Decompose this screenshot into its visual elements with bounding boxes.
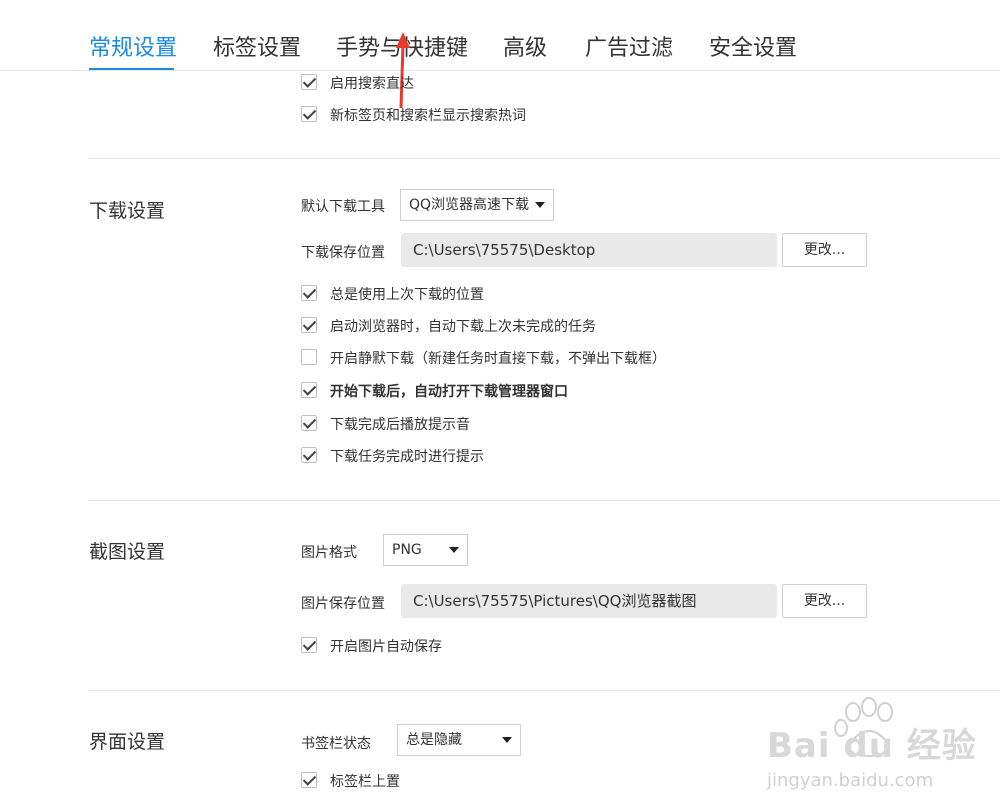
image-format-select[interactable]: PNG: [383, 534, 468, 566]
download-option-checkbox[interactable]: [301, 415, 317, 431]
download-option-label: 启动浏览器时，自动下载上次未完成的任务: [330, 319, 596, 335]
download-tool-label: 默认下载工具: [301, 199, 385, 215]
download-path-label: 下载保存位置: [301, 245, 385, 261]
section-divider: [88, 500, 1000, 501]
section-divider: [88, 158, 1000, 159]
settings-tab-bar: 常规设置 标签设置 手势与快捷键 高级 广告过滤 安全设置: [0, 0, 1000, 71]
download-option-label: 开始下载后，自动打开下载管理器窗口: [330, 384, 568, 400]
search-direct-label: 启用搜索直达: [330, 76, 414, 92]
bookmark-bar-label: 书签栏状态: [301, 736, 371, 752]
download-option-checkbox[interactable]: [301, 349, 317, 365]
image-format-value: PNG: [392, 542, 422, 558]
image-change-button[interactable]: 更改...: [782, 584, 867, 618]
chevron-down-icon: [449, 547, 459, 553]
chevron-down-icon: [502, 737, 512, 743]
image-path-field[interactable]: C:\Users\75575\Pictures\QQ浏览器截图: [401, 584, 777, 618]
baidu-watermark: Bai du 经验 jingyan.baidu.com: [765, 690, 1000, 802]
search-hotwords-checkbox[interactable]: [301, 106, 317, 122]
download-option-checkbox[interactable]: [301, 317, 317, 333]
search-direct-checkbox[interactable]: [301, 74, 317, 90]
download-change-button[interactable]: 更改...: [782, 233, 867, 267]
search-hotwords-label: 新标签页和搜索栏显示搜索热词: [330, 108, 526, 124]
active-tab-indicator: [89, 68, 174, 70]
download-option-checkbox[interactable]: [301, 285, 317, 301]
image-format-label: 图片格式: [301, 545, 357, 561]
bookmark-bar-select[interactable]: 总是隐藏: [397, 724, 521, 756]
tab-general[interactable]: 常规设置: [89, 30, 177, 62]
watermark-brand: Bai du 经验: [767, 726, 977, 766]
download-option-label: 下载完成后播放提示音: [330, 417, 470, 433]
download-option-label: 开启静默下载（新建任务时直接下载，不弹出下载框）: [330, 351, 666, 367]
download-option-label: 下载任务完成时进行提示: [330, 449, 484, 465]
red-arrow-annotation: [396, 32, 410, 109]
download-tool-value: QQ浏览器高速下载: [409, 197, 530, 213]
image-path-label: 图片保存位置: [301, 596, 385, 612]
interface-section-title: 界面设置: [89, 731, 166, 753]
tab-bar-top-label: 标签栏上置: [330, 774, 400, 790]
download-section-title: 下载设置: [89, 200, 166, 222]
download-option-checkbox[interactable]: [301, 382, 317, 398]
tab-advanced[interactable]: 高级: [503, 30, 547, 62]
tab-tabs[interactable]: 标签设置: [213, 30, 301, 62]
download-option-label: 总是使用上次下载的位置: [330, 287, 484, 303]
download-path-field[interactable]: C:\Users\75575\Desktop: [401, 233, 777, 267]
tab-bar-top-checkbox[interactable]: [301, 772, 317, 788]
bookmark-bar-value: 总是隐藏: [406, 732, 462, 748]
download-tool-select[interactable]: QQ浏览器高速下载: [400, 189, 554, 221]
chevron-down-icon: [535, 202, 545, 208]
watermark-url: jingyan.baidu.com: [767, 770, 934, 791]
auto-save-image-checkbox[interactable]: [301, 637, 317, 653]
auto-save-image-label: 开启图片自动保存: [330, 639, 442, 655]
tab-ad-filter[interactable]: 广告过滤: [585, 30, 673, 62]
download-option-checkbox[interactable]: [301, 447, 317, 463]
screenshot-section-title: 截图设置: [89, 541, 166, 563]
tab-security[interactable]: 安全设置: [709, 30, 797, 62]
